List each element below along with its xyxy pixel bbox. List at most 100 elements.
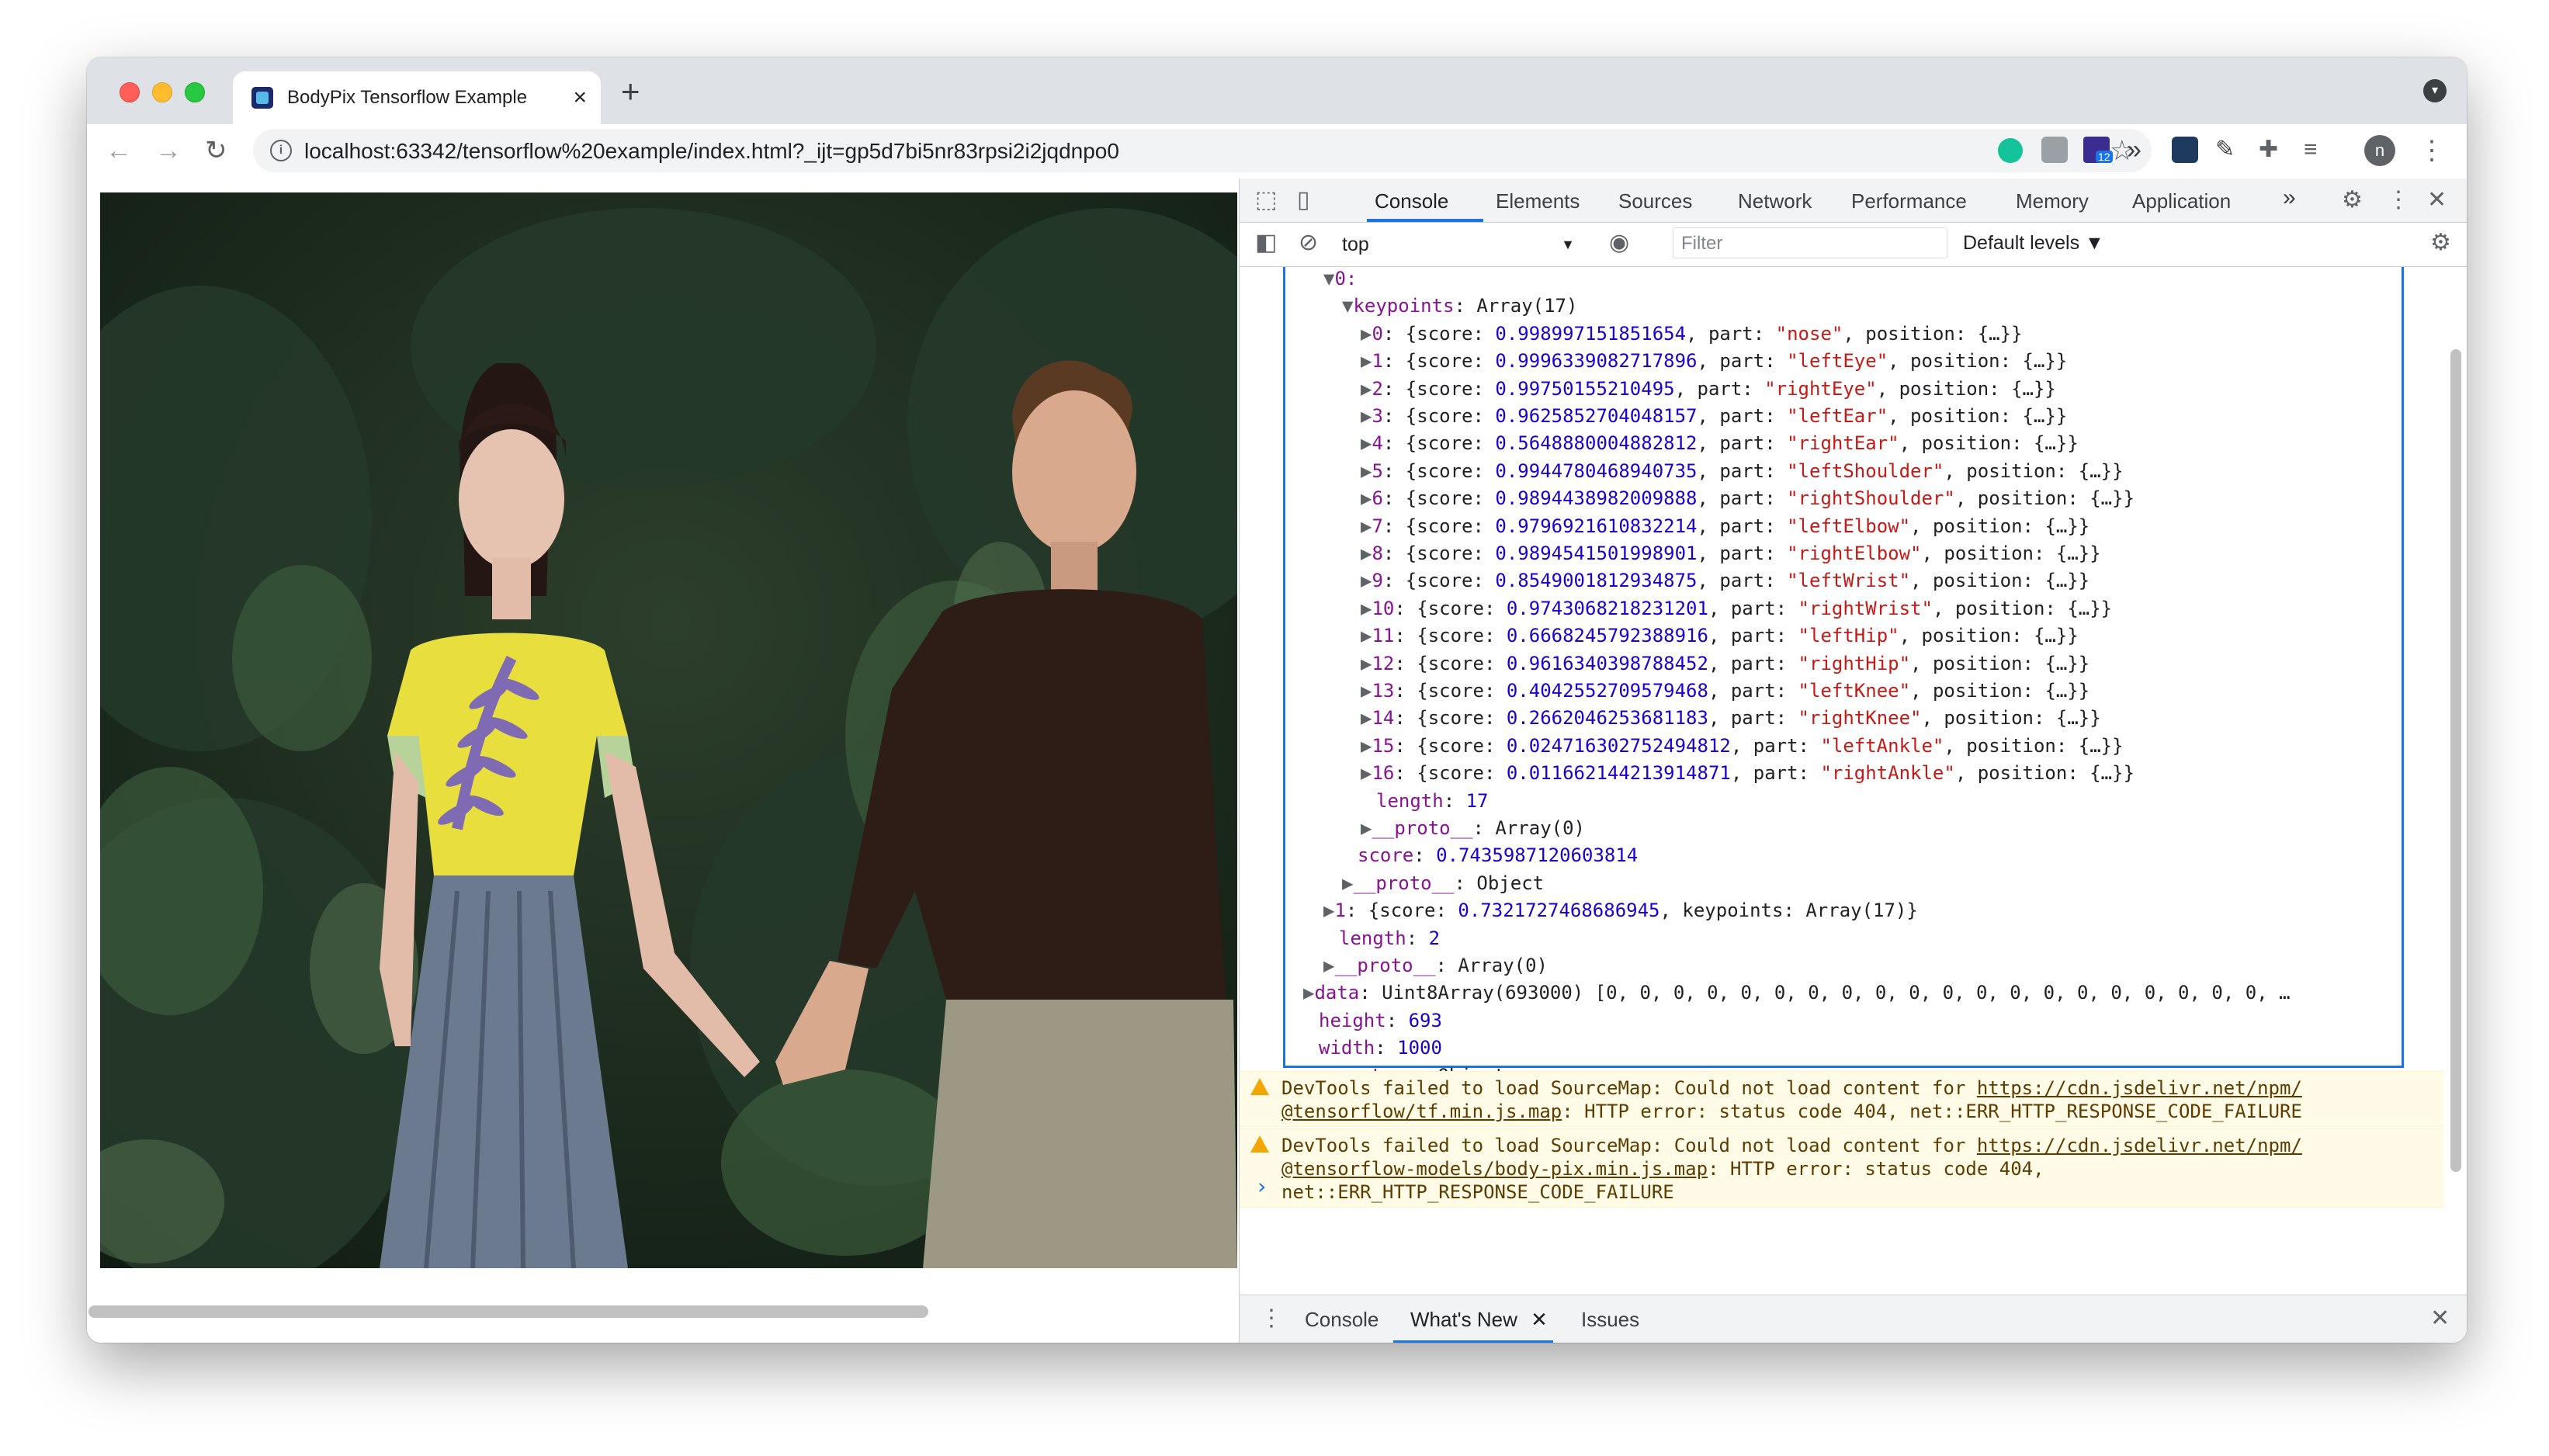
drawer-active-indicator <box>1393 1340 1553 1343</box>
warning-message: DevTools failed to load SourceMap: Could… <box>1240 1128 2444 1208</box>
tab-performance[interactable]: Performance <box>1851 189 1967 213</box>
keypoint-row[interactable]: ▶14: {score: 0.2662046253681183, part: "… <box>1361 705 2101 731</box>
inspect-element-icon[interactable]: ⬚ <box>1255 186 1277 214</box>
site-info-icon[interactable]: i <box>270 140 292 161</box>
new-tab-button[interactable]: + <box>621 73 640 110</box>
keypoints-row[interactable]: ▼keypoints: Array(17) <box>1342 293 1577 319</box>
drawer-menu-icon[interactable]: ⋮ <box>1260 1305 1283 1333</box>
address-bar[interactable]: i localhost:63342/tensorflow%20example/i… <box>253 129 2152 172</box>
keypoint-row[interactable]: ▶13: {score: 0.4042552709579468, part: "… <box>1361 678 2089 704</box>
keypoints-proto-row[interactable]: ▶__proto__: Array(0) <box>1361 815 1585 841</box>
active-tab-indicator <box>1367 219 1483 222</box>
sourcemap-link[interactable]: https://cdn.jsdelivr.net/npm/ <box>1977 1135 2302 1156</box>
live-expression-eye-icon[interactable]: ◉ <box>1609 229 1629 257</box>
camera-extension-icon[interactable] <box>2041 137 2068 163</box>
extension-badge-icon[interactable]: 12 <box>2083 137 2113 163</box>
drawer-tab-close-icon[interactable]: ✕ <box>1531 1308 1548 1331</box>
tab-strip: BodyPix Tensorflow Example × + ▾ <box>87 57 2467 124</box>
tab-search-icon[interactable]: ▾ <box>2423 79 2447 102</box>
console-toolbar: ◧ ⊘ top ▼ ◉ Filter Default levels ▼ ⚙ <box>1240 223 2467 267</box>
keypoint-row[interactable]: ▶15: {score: 0.024716302752494812, part:… <box>1361 733 2124 759</box>
keypoint-row[interactable]: ▶5: {score: 0.9944780468940735, part: "l… <box>1361 458 2124 484</box>
drawer-tab-whats-new[interactable]: What's New ✕ <box>1410 1308 1548 1332</box>
context-selector[interactable]: top ▼ <box>1342 231 1580 258</box>
puzzle-extensions-icon[interactable]: ✚ <box>2259 137 2285 163</box>
console-settings-gear-icon[interactable]: ⚙ <box>2430 229 2451 257</box>
notebook-extension-icon[interactable] <box>2172 137 2198 163</box>
tab-console[interactable]: Console <box>1375 189 1448 213</box>
browser-menu-icon[interactable]: ⋮ <box>2419 132 2445 169</box>
sourcemap-link[interactable]: @tensorflow-models/body-pix.min.js.map <box>1281 1158 1708 1180</box>
close-window-button[interactable] <box>120 82 140 102</box>
pose-index: 0: <box>1334 268 1358 289</box>
media-control-icon[interactable]: ≡ <box>2304 137 2330 163</box>
extension-badge-count: 12 <box>2096 151 2113 163</box>
keypoint-row[interactable]: ▶12: {score: 0.9616340398788452, part: "… <box>1361 650 2089 677</box>
photo-illustration <box>100 192 1237 1268</box>
close-devtools-icon[interactable]: ✕ <box>2427 186 2447 214</box>
dropdown-arrow-icon: ▼ <box>1561 237 1575 252</box>
minimize-window-button[interactable] <box>152 82 172 102</box>
browser-tab-active[interactable]: BodyPix Tensorflow Example × <box>233 71 601 124</box>
drawer-tab-console[interactable]: Console <box>1305 1308 1379 1332</box>
reload-icon[interactable]: ↻ <box>205 132 227 169</box>
keypoint-row[interactable]: ▶3: {score: 0.9625852704048157, part: "l… <box>1361 403 2067 429</box>
log-levels-dropdown[interactable]: Default levels ▼ <box>1963 232 2104 255</box>
drawer-tab-issues[interactable]: Issues <box>1581 1308 1639 1332</box>
poses-proto-row[interactable]: ▶__proto__: Array(0) <box>1323 952 1548 979</box>
keypoint-row[interactable]: ▶1: {score: 0.9996339082717896, part: "l… <box>1361 348 2067 374</box>
keypoint-row[interactable]: ▶4: {score: 0.5648880004882812, part: "r… <box>1361 430 2079 456</box>
profile-avatar[interactable]: n <box>2364 135 2395 166</box>
pen-extension-icon[interactable]: ✎ <box>2215 137 2242 163</box>
console-output: ▼0: ▼keypoints: Array(17) ▶0: {score: 0.99… <box>1240 267 2444 1268</box>
url-text: localhost:63342/tensorflow%20example/ind… <box>304 139 1119 163</box>
pose-1-row[interactable]: ▶1: {score: 0.7321727468686945, keypoint… <box>1323 897 1918 924</box>
horizontal-scrollbar[interactable] <box>88 1305 928 1318</box>
keypoint-row[interactable]: ▶8: {score: 0.9894541501998901, part: "r… <box>1361 540 2101 567</box>
tab-memory[interactable]: Memory <box>2016 189 2089 213</box>
device-toolbar-icon[interactable]: ▯ <box>1297 186 1310 214</box>
console-filter-input[interactable]: Filter <box>1673 227 1947 258</box>
double-chevron-extension-icon[interactable]: » <box>2127 137 2153 163</box>
tab-close-icon[interactable]: × <box>573 82 587 113</box>
grammarly-extension-icon[interactable] <box>1998 138 2023 163</box>
tab-application[interactable]: Application <box>2132 189 2231 213</box>
sourcemap-link[interactable]: @tensorflow/tf.min.js.map <box>1281 1101 1562 1122</box>
more-tabs-icon[interactable]: » <box>2283 185 2296 211</box>
warning-icon <box>1250 1078 1269 1095</box>
sidebar-toggle-icon[interactable]: ◧ <box>1255 229 1277 257</box>
sourcemap-link[interactable]: https://cdn.jsdelivr.net/npm/ <box>1977 1077 2302 1099</box>
context-value: top <box>1342 234 1369 255</box>
pose-proto-row[interactable]: ▶__proto__: Object <box>1342 870 1544 896</box>
poses-length-row: length: 2 <box>1339 927 1441 949</box>
height-row: height: 693 <box>1319 1009 1442 1031</box>
pose-0-row[interactable]: ▼0: <box>1323 267 1357 292</box>
tab-network[interactable]: Network <box>1738 189 1812 213</box>
keypoint-row[interactable]: ▶6: {score: 0.9894438982009888, part: "r… <box>1361 485 2135 511</box>
forward-arrow-icon[interactable]: → <box>155 132 182 169</box>
keypoint-row[interactable]: ▶10: {score: 0.9743068218231201, part: "… <box>1361 595 2112 622</box>
tab-elements[interactable]: Elements <box>1496 189 1580 213</box>
drawer-tab-whats-new-label: What's New <box>1410 1308 1517 1331</box>
console-vertical-scrollbar[interactable] <box>2450 349 2461 1172</box>
keypoint-row[interactable]: ▶0: {score: 0.998997151851654, part: "no… <box>1361 321 2023 347</box>
keypoint-row[interactable]: ▶11: {score: 0.6668245792388916, part: "… <box>1361 622 2079 649</box>
tab-sources[interactable]: Sources <box>1618 189 1692 213</box>
close-drawer-icon[interactable]: ✕ <box>2430 1305 2450 1333</box>
back-arrow-icon[interactable]: ← <box>106 132 132 169</box>
keypoints-length-row: length: 17 <box>1376 789 1489 812</box>
devtools-menu-icon[interactable]: ⋮ <box>2387 186 2410 214</box>
pose-score-row: score: 0.7435987120603814 <box>1358 844 1639 867</box>
clear-console-icon[interactable]: ⊘ <box>1299 229 1318 257</box>
console-prompt-icon[interactable]: › <box>1255 1173 1268 1199</box>
browser-toolbar: ← → ↻ i localhost:63342/tensorflow%20exa… <box>87 124 2467 179</box>
settings-gear-icon[interactable]: ⚙ <box>2342 186 2363 214</box>
devtools-panel: ⬚ ▯ Console Elements Sources Network Per… <box>1239 179 2467 1343</box>
zoom-window-button[interactable] <box>185 82 205 102</box>
data-row[interactable]: ▶data: Uint8Array(693000) [0, 0, 0, 0, 0… <box>1303 979 2291 1006</box>
keypoint-row[interactable]: ▶16: {score: 0.011662144213914871, part:… <box>1361 760 2135 786</box>
keypoint-row[interactable]: ▶7: {score: 0.9796921610832214, part: "l… <box>1361 513 2089 539</box>
keypoint-row[interactable]: ▶2: {score: 0.99750155210495, part: "rig… <box>1361 376 2056 402</box>
width-row: width: 1000 <box>1319 1037 1442 1059</box>
keypoint-row[interactable]: ▶9: {score: 0.8549001812934875, part: "l… <box>1361 567 2089 594</box>
